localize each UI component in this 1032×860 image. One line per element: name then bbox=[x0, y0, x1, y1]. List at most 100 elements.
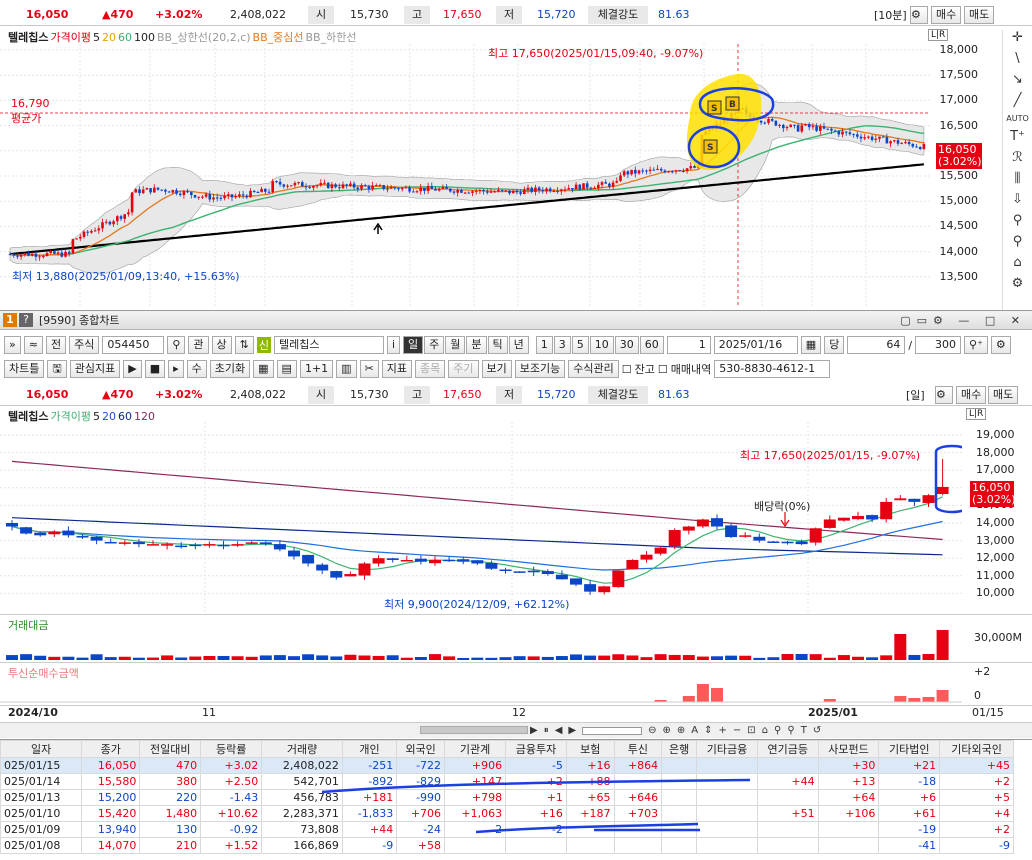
period-button[interactable]: 일 bbox=[403, 336, 424, 354]
draw-tool-icon[interactable]: ℛ bbox=[1012, 150, 1022, 165]
bars-icon[interactable]: ▥ bbox=[336, 360, 357, 378]
period-button[interactable]: 년 bbox=[508, 336, 529, 354]
horizontal-scrollbar[interactable] bbox=[420, 726, 528, 734]
plus-icon[interactable]: + bbox=[719, 725, 727, 736]
one-plus-one-icon[interactable]: 1+1 bbox=[299, 360, 334, 378]
draw-tool-icon[interactable]: \ bbox=[1015, 51, 1019, 66]
pause-icon[interactable]: ⏸ bbox=[544, 725, 549, 736]
minute-button[interactable]: 1 bbox=[535, 336, 553, 354]
minute-button[interactable]: 3 bbox=[553, 336, 571, 354]
interval-label[interactable]: [10분] bbox=[874, 7, 907, 23]
unit-select[interactable]: 1 bbox=[666, 336, 711, 354]
help-icon[interactable]: ? bbox=[19, 313, 33, 327]
daily-interval[interactable]: [일] bbox=[906, 387, 925, 403]
info-button[interactable]: i bbox=[386, 336, 401, 354]
home-icon[interactable]: ⌂ bbox=[762, 725, 768, 736]
daily-scale-toggle[interactable]: L|R bbox=[966, 408, 987, 420]
zoom-icon[interactable]: ⚲⁺ bbox=[964, 336, 988, 354]
stepper-icon[interactable]: ⇅ bbox=[234, 336, 254, 354]
daily-settings-icon[interactable]: ⚙ bbox=[935, 385, 953, 404]
draw-tool-icon[interactable]: ⇩ bbox=[1012, 192, 1023, 207]
zoom-out-icon[interactable]: ⊖ bbox=[648, 725, 656, 736]
grid-icon[interactable]: ▦ bbox=[253, 360, 274, 378]
draw-tool-icon[interactable]: ↘ bbox=[1012, 72, 1023, 87]
draw-tool-icon[interactable]: ⌂ bbox=[1013, 255, 1021, 270]
toolbar-settings-icon[interactable]: ⚙ bbox=[990, 336, 1011, 354]
aux-function-button[interactable]: 보조기능 bbox=[514, 360, 566, 378]
watchlist-button[interactable]: 관 bbox=[188, 336, 209, 354]
cycle-button[interactable]: 주기 bbox=[448, 360, 479, 378]
drawing-toolbar[interactable]: ✛ \ ↘ ╱ AUTO T⁺ ℛ ⫼ ⇩ ⚲ ⚲ ⌂ ⚙ bbox=[1002, 30, 1032, 310]
play-icon[interactable]: ▶ bbox=[123, 360, 142, 378]
draw-tool-icon[interactable]: T⁺ bbox=[1010, 129, 1025, 144]
minute-button[interactable]: 60 bbox=[639, 336, 664, 354]
candle-body bbox=[471, 191, 474, 193]
draw-tool-icon[interactable]: ✛ bbox=[1012, 30, 1023, 45]
period-button[interactable]: 주 bbox=[424, 336, 445, 354]
stock-code-input[interactable]: 054450 bbox=[102, 336, 165, 354]
zoom-in-icon[interactable]: ⊕ bbox=[663, 725, 671, 736]
daily-sell-button[interactable]: 매도 bbox=[988, 385, 1019, 404]
scroll-right-icon[interactable]: ▶ bbox=[530, 725, 538, 736]
rewind-icon[interactable]: ◀ bbox=[555, 725, 563, 736]
stock-name-field[interactable]: 텔레칩스 bbox=[273, 336, 384, 354]
draw-a-icon[interactable]: A bbox=[691, 725, 698, 736]
expand-icon[interactable]: » bbox=[4, 336, 21, 354]
forward-icon[interactable]: ▶ bbox=[568, 725, 576, 736]
draw-tool-icon[interactable]: ⚙ bbox=[1012, 276, 1024, 291]
stock-type-button[interactable]: 주식 bbox=[69, 336, 100, 354]
stop-icon[interactable]: ■ bbox=[144, 360, 166, 378]
zoom-slider[interactable] bbox=[582, 726, 643, 735]
window-controls[interactable]: ▢▭⚙ — □ ✕ bbox=[900, 314, 1026, 327]
period-button[interactable]: 분 bbox=[466, 336, 487, 354]
draw-tool-icon[interactable]: ╱ bbox=[1014, 93, 1022, 108]
minute-button[interactable]: 30 bbox=[614, 336, 639, 354]
period-button[interactable]: 월 bbox=[445, 336, 466, 354]
intraday-chart[interactable]: S B S bbox=[0, 44, 1000, 306]
scissors-icon[interactable]: ✂ bbox=[359, 360, 379, 378]
cursor-icon[interactable]: ⇕ bbox=[704, 725, 712, 736]
draw-tool-icon[interactable]: ⚲ bbox=[1013, 234, 1023, 249]
magnet-icon[interactable]: ⚲ bbox=[774, 725, 781, 736]
fit-icon[interactable]: ⊡ bbox=[747, 725, 755, 736]
draw-tool-icon[interactable]: ⫼ bbox=[1015, 171, 1021, 186]
draw-tool-icon[interactable]: AUTO bbox=[1006, 114, 1029, 123]
split-icon[interactable]: ▤ bbox=[276, 360, 297, 378]
count-button[interactable]: 수 bbox=[186, 360, 207, 378]
undo-icon[interactable]: ↺ bbox=[813, 725, 821, 736]
period-button[interactable]: 틱 bbox=[487, 336, 508, 354]
minute-button[interactable]: 10 bbox=[589, 336, 614, 354]
balance-checkbox[interactable]: ☐ bbox=[622, 363, 632, 376]
draw-tool-icon[interactable]: ⚲ bbox=[1013, 213, 1023, 228]
save-icon[interactable]: 🖫 bbox=[47, 360, 67, 378]
date-input[interactable]: 2025/01/16 bbox=[713, 336, 798, 354]
calendar-icon[interactable]: ▦ bbox=[800, 336, 822, 354]
settings-icon[interactable]: ⚙ bbox=[910, 5, 928, 24]
formula-button[interactable]: 수식관리 bbox=[568, 360, 619, 378]
scale-toggle[interactable]: L|R bbox=[928, 29, 949, 41]
all-button[interactable]: 전 bbox=[45, 336, 67, 354]
buy-button[interactable]: 매수 bbox=[931, 5, 962, 24]
minute-button[interactable]: 5 bbox=[571, 336, 589, 354]
total-input[interactable]: 300 bbox=[915, 336, 962, 354]
daily-buy-button[interactable]: 매수 bbox=[956, 385, 987, 404]
compare-icon[interactable]: ⊕ bbox=[677, 725, 685, 736]
sang-button[interactable]: 상 bbox=[211, 336, 232, 354]
chart-frame-button[interactable]: 차트틀 bbox=[4, 360, 45, 378]
text-icon[interactable]: T bbox=[801, 725, 807, 736]
trades-checkbox[interactable]: ☐ bbox=[658, 363, 668, 376]
indicator-button[interactable]: 지표 bbox=[381, 360, 413, 378]
view-button[interactable]: 보기 bbox=[481, 360, 512, 378]
count-input[interactable]: 64 bbox=[847, 336, 906, 354]
account-select[interactable]: 530-8830-4612-1 bbox=[714, 360, 831, 378]
reset-button[interactable]: 초기화 bbox=[209, 360, 251, 378]
search-icon[interactable]: ⚲ bbox=[167, 336, 186, 354]
sell-button[interactable]: 매도 bbox=[964, 5, 995, 24]
lock-icon[interactable]: ⚲ bbox=[787, 725, 794, 736]
symbol-button[interactable]: 종목 bbox=[415, 360, 446, 378]
last-price-tag: 16,050 (3.02%) bbox=[936, 143, 982, 169]
fav-indicator-button[interactable]: 관심지표 bbox=[69, 360, 121, 378]
minus-icon[interactable]: − bbox=[733, 725, 741, 736]
collapse-icon[interactable]: ≈ bbox=[23, 336, 43, 354]
prev-icon[interactable]: ▸ bbox=[168, 360, 184, 378]
